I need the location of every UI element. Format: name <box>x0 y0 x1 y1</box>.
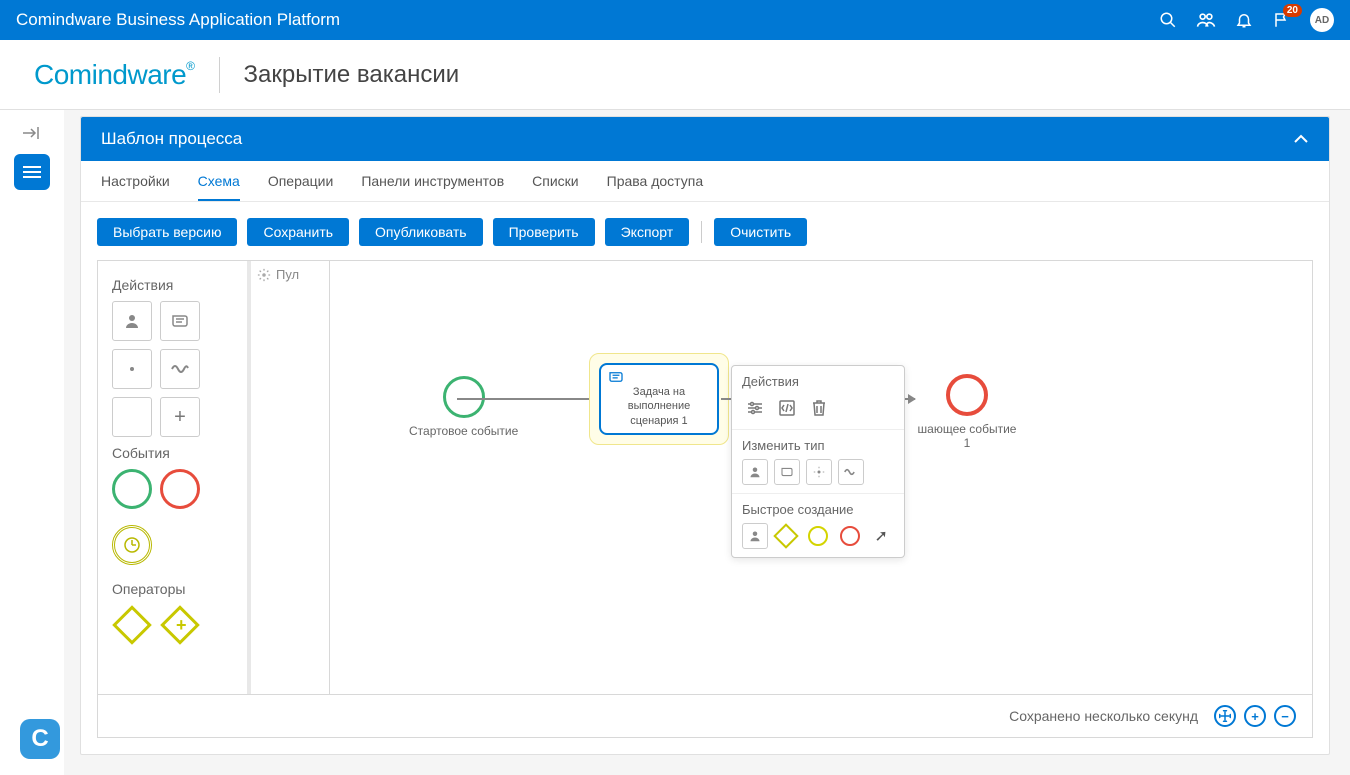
quick-flow-icon[interactable]: ➚ <box>868 523 894 549</box>
end-event-icon[interactable] <box>160 469 200 509</box>
ctx-quick-create-title: Быстрое создание <box>742 502 894 517</box>
tabs: Настройки Схема Операции Панели инструме… <box>81 161 1329 202</box>
tab-scheme[interactable]: Схема <box>198 173 240 201</box>
wave-icon[interactable] <box>160 349 200 389</box>
start-event-icon[interactable] <box>112 469 152 509</box>
logo: Comindware® <box>34 59 195 91</box>
footer: Сохранено несколько секунд + − <box>97 695 1313 738</box>
quick-gateway-icon[interactable] <box>774 523 800 549</box>
export-button[interactable]: Экспорт <box>605 218 690 246</box>
quick-end-icon[interactable] <box>837 523 863 549</box>
sequence-flow-1[interactable] <box>457 398 599 400</box>
pool-header[interactable]: Пул <box>257 267 299 282</box>
plus-icon[interactable]: + <box>160 397 200 437</box>
quick-intermediate-icon[interactable] <box>805 523 831 549</box>
start-event-node[interactable]: Стартовое событие <box>409 376 518 438</box>
gateway-plus-icon[interactable] <box>160 605 200 645</box>
palette: Действия + События <box>98 261 248 694</box>
panel-header: Шаблон процесса <box>81 117 1329 161</box>
notification-badge: 20 <box>1283 4 1302 17</box>
save-status: Сохранено несколько секунд <box>1009 708 1198 724</box>
menu-button[interactable] <box>14 154 50 190</box>
quick-user-task-icon[interactable] <box>742 523 768 549</box>
type-script-icon[interactable] <box>774 459 800 485</box>
user-task-icon[interactable] <box>112 301 152 341</box>
palette-section-operators: Операторы <box>112 581 234 597</box>
save-button[interactable]: Сохранить <box>247 218 349 246</box>
tab-permissions[interactable]: Права доступа <box>607 173 703 201</box>
end-event-label: шающее событие 1 <box>917 422 1017 450</box>
separator <box>701 221 702 243</box>
pool-label: Пул <box>276 267 299 282</box>
task-label: Задача на выполнение сценария 1 <box>607 385 711 428</box>
ctx-change-type-title: Изменить тип <box>742 438 894 453</box>
type-user-icon[interactable] <box>742 459 768 485</box>
tab-toolbars[interactable]: Панели инструментов <box>361 173 504 201</box>
check-button[interactable]: Проверить <box>493 218 595 246</box>
help-bubble[interactable]: C <box>20 719 60 759</box>
zoom-out-icon[interactable]: − <box>1274 705 1296 727</box>
publish-button[interactable]: Опубликовать <box>359 218 483 246</box>
avatar[interactable]: AD <box>1310 8 1334 32</box>
delete-action-icon[interactable] <box>806 395 832 421</box>
app-title: Comindware Business Application Platform <box>16 10 340 30</box>
users-icon[interactable] <box>1196 10 1216 30</box>
header: Comindware® Закрытие вакансии <box>0 40 1350 110</box>
zoom-controls: + − <box>1214 705 1296 727</box>
type-service-icon[interactable] <box>806 459 832 485</box>
panel-title: Шаблон процесса <box>101 129 242 149</box>
type-wave-icon[interactable] <box>838 459 864 485</box>
flag-icon[interactable]: 20 <box>1272 10 1292 30</box>
chevron-up-icon[interactable] <box>1293 134 1309 144</box>
code-action-icon[interactable] <box>774 395 800 421</box>
topbar: Comindware Business Application Platform… <box>0 0 1350 40</box>
start-event-label: Стартовое событие <box>409 424 518 438</box>
palette-section-events: События <box>112 445 234 461</box>
settings-action-icon[interactable] <box>742 395 768 421</box>
sidebar <box>0 110 64 775</box>
context-menu: Действия Изменить тип <box>731 365 905 558</box>
toolbar: Выбрать версию Сохранить Опубликовать Пр… <box>97 218 1313 246</box>
tab-operations[interactable]: Операции <box>268 173 334 201</box>
palette-section-actions: Действия <box>112 277 234 293</box>
scrollbar[interactable] <box>247 261 251 694</box>
blank-task-icon[interactable] <box>112 397 152 437</box>
script-task-type-icon <box>607 371 711 383</box>
zoom-in-icon[interactable]: + <box>1244 705 1266 727</box>
lane-divider <box>329 261 330 694</box>
bell-icon[interactable] <box>1234 10 1254 30</box>
topbar-actions: 20 AD <box>1158 8 1334 32</box>
gateway-icon[interactable] <box>112 605 152 645</box>
tab-settings[interactable]: Настройки <box>101 173 170 201</box>
panel: Шаблон процесса Настройки Схема Операции… <box>80 116 1330 755</box>
collapse-icon[interactable] <box>14 120 50 146</box>
ctx-actions-title: Действия <box>742 374 894 389</box>
timer-event-icon[interactable] <box>112 525 152 565</box>
clear-button[interactable]: Очистить <box>714 218 807 246</box>
service-task-icon[interactable] <box>112 349 152 389</box>
select-version-button[interactable]: Выбрать версию <box>97 218 237 246</box>
script-task-node[interactable]: Задача на выполнение сценария 1 <box>599 363 719 435</box>
canvas[interactable]: Пул Стартовое событие <box>248 261 1312 694</box>
divider <box>219 57 220 93</box>
end-event-node[interactable]: шающее событие 1 <box>917 374 1017 450</box>
page-title: Закрытие вакансии <box>244 61 460 89</box>
workarea: Действия + События <box>97 260 1313 695</box>
fit-icon[interactable] <box>1214 705 1236 727</box>
search-icon[interactable] <box>1158 10 1178 30</box>
tab-lists[interactable]: Списки <box>532 173 578 201</box>
script-task-icon[interactable] <box>160 301 200 341</box>
